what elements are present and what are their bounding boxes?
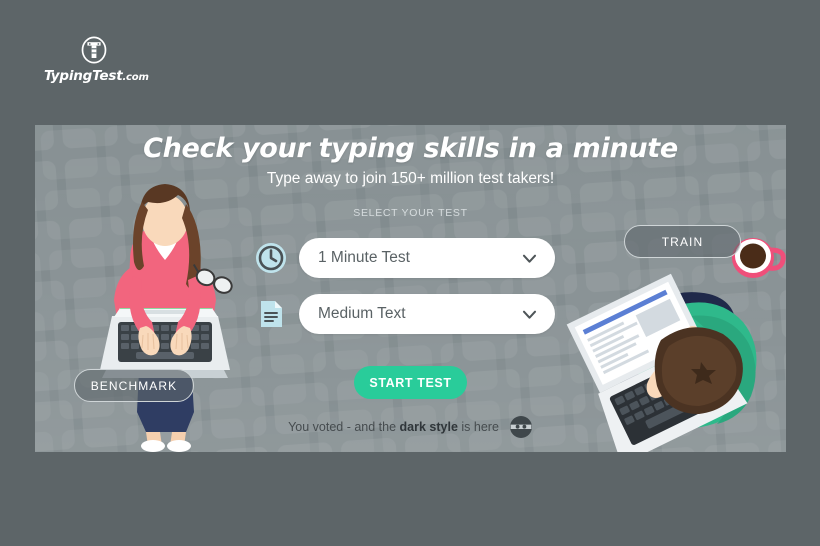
brand-name: TypingTest [44, 68, 123, 84]
site-header: TypingTest.com [0, 0, 820, 125]
brand-tld: .com [122, 72, 149, 83]
vote-note-emphasis: dark style [399, 420, 458, 434]
start-test-button[interactable]: START TEST [354, 366, 467, 399]
hero-subtitle: Type away to join 150+ million test take… [266, 170, 555, 187]
select-test-label: SELECT YOUR TEST [353, 207, 468, 219]
test-duration-row: 1 Minute Test [255, 238, 555, 278]
text-length-dropdown[interactable]: Medium Text [299, 294, 555, 334]
test-duration-value: 1 Minute Test [318, 249, 410, 266]
benchmark-button[interactable]: BENCHMARK [74, 369, 194, 402]
clock-icon [255, 242, 287, 274]
ninja-face-icon[interactable] [509, 415, 533, 439]
hero-content: Check your typing skills in a minute Typ… [35, 125, 786, 452]
page-title: Check your typing skills in a minute [143, 133, 678, 164]
vote-note-suffix: is here [457, 420, 499, 434]
train-button[interactable]: TRAIN [624, 225, 741, 258]
text-length-row: Medium Text [255, 294, 555, 334]
vote-note: You voted - and the dark style is here [35, 415, 786, 439]
vote-note-text: You voted - and the dark style is here [288, 420, 499, 434]
brand-wordmark: TypingTest.com [44, 68, 149, 84]
brand-logo-link[interactable]: TypingTest.com [44, 36, 149, 84]
document-icon [255, 298, 287, 330]
hero-panel: Check your typing skills in a minute Typ… [35, 125, 786, 452]
chevron-down-icon [522, 310, 537, 319]
vote-note-prefix: You voted - and the [288, 420, 400, 434]
text-length-value: Medium Text [318, 305, 406, 322]
circle-t-logo-icon [81, 36, 107, 64]
test-duration-dropdown[interactable]: 1 Minute Test [299, 238, 555, 278]
chevron-down-icon [522, 254, 537, 263]
